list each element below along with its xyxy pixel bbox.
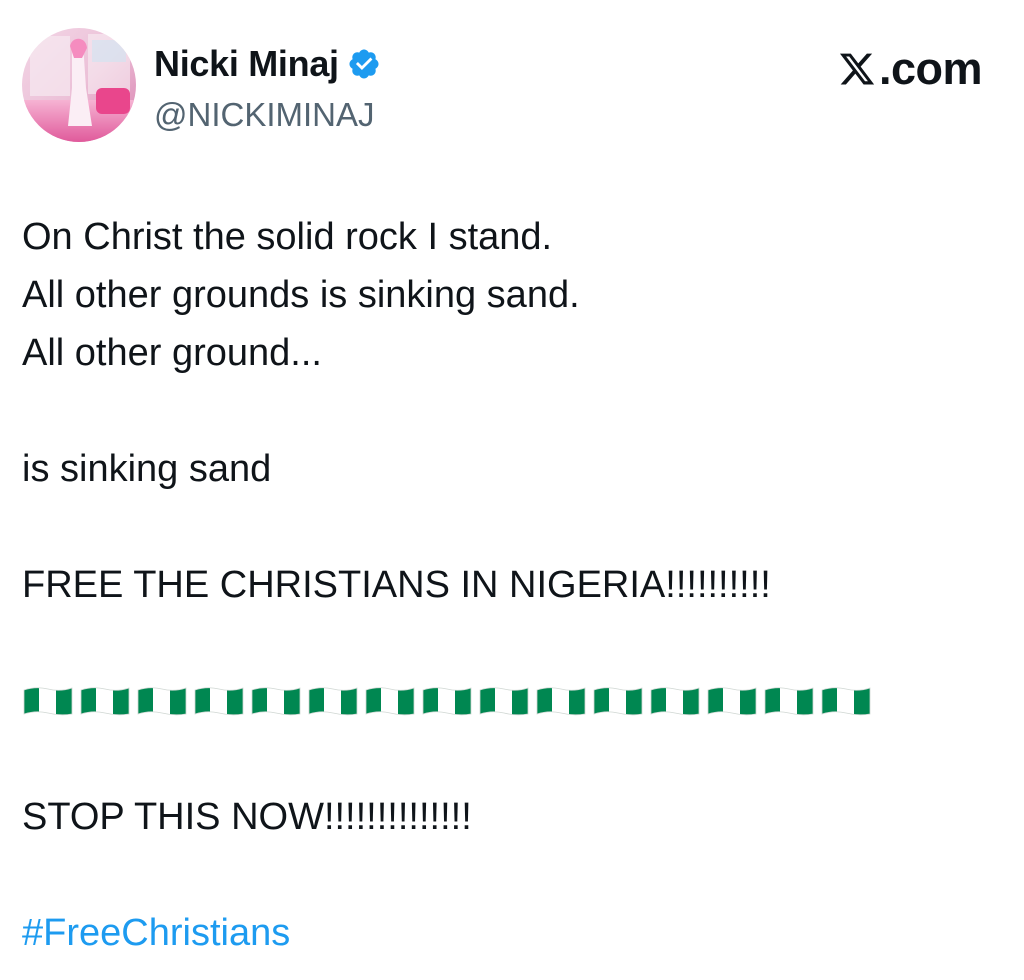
nigeria-flag-icon bbox=[820, 672, 877, 730]
nigeria-flag-icon bbox=[79, 672, 136, 730]
nigeria-flag-icon bbox=[22, 672, 79, 730]
author-display-name[interactable]: Nicki Minaj bbox=[154, 43, 339, 85]
nigeria-flag-icon bbox=[706, 672, 763, 730]
nigeria-flag-icon bbox=[250, 672, 307, 730]
tweet-line: FREE THE CHRISTIANS IN NIGERIA!!!!!!!!!! bbox=[22, 564, 771, 606]
line-break bbox=[22, 382, 1002, 440]
nigeria-flag-icon bbox=[307, 672, 364, 730]
nigeria-flag-icon bbox=[763, 672, 820, 730]
tweet-text: On Christ the solid rock I stand. All ot… bbox=[22, 208, 1002, 962]
line-break bbox=[22, 730, 1002, 788]
line-break bbox=[22, 846, 1002, 904]
flag-emoji-row bbox=[22, 672, 1002, 730]
tweet-line: STOP THIS NOW!!!!!!!!!!!!!! bbox=[22, 796, 472, 838]
avatar[interactable] bbox=[22, 28, 136, 142]
nigeria-flag-icon bbox=[649, 672, 706, 730]
verified-badge-icon bbox=[347, 47, 381, 81]
avatar-image bbox=[22, 28, 136, 142]
nigeria-flag-icon bbox=[136, 672, 193, 730]
author-handle[interactable]: @NICKIMINAJ bbox=[154, 96, 375, 134]
line-break bbox=[22, 614, 1002, 672]
brand-domain: .com bbox=[878, 43, 983, 94]
tweet-line: is sinking sand bbox=[22, 448, 272, 490]
nigeria-flag-icon bbox=[535, 672, 592, 730]
nigeria-flag-icon bbox=[193, 672, 250, 730]
hashtag-link[interactable]: #FreeChristians bbox=[22, 904, 1002, 962]
tweet-line: All other ground... bbox=[22, 332, 322, 374]
nigeria-flag-icon bbox=[364, 672, 421, 730]
tweet-line: All other grounds is sinking sand. bbox=[22, 274, 580, 316]
tweet-line: On Christ the solid rock I stand. bbox=[22, 216, 553, 258]
x-logo-icon bbox=[837, 50, 877, 88]
line-break bbox=[22, 498, 1002, 556]
name-row: Nicki Minaj bbox=[154, 42, 381, 86]
brand-link[interactable]: .com bbox=[837, 43, 983, 94]
nigeria-flag-icon bbox=[478, 672, 535, 730]
nigeria-flag-icon bbox=[592, 672, 649, 730]
nigeria-flag-icon bbox=[421, 672, 478, 730]
tweet-header: Nicki Minaj @NICKIMINAJ .com bbox=[22, 28, 1002, 146]
